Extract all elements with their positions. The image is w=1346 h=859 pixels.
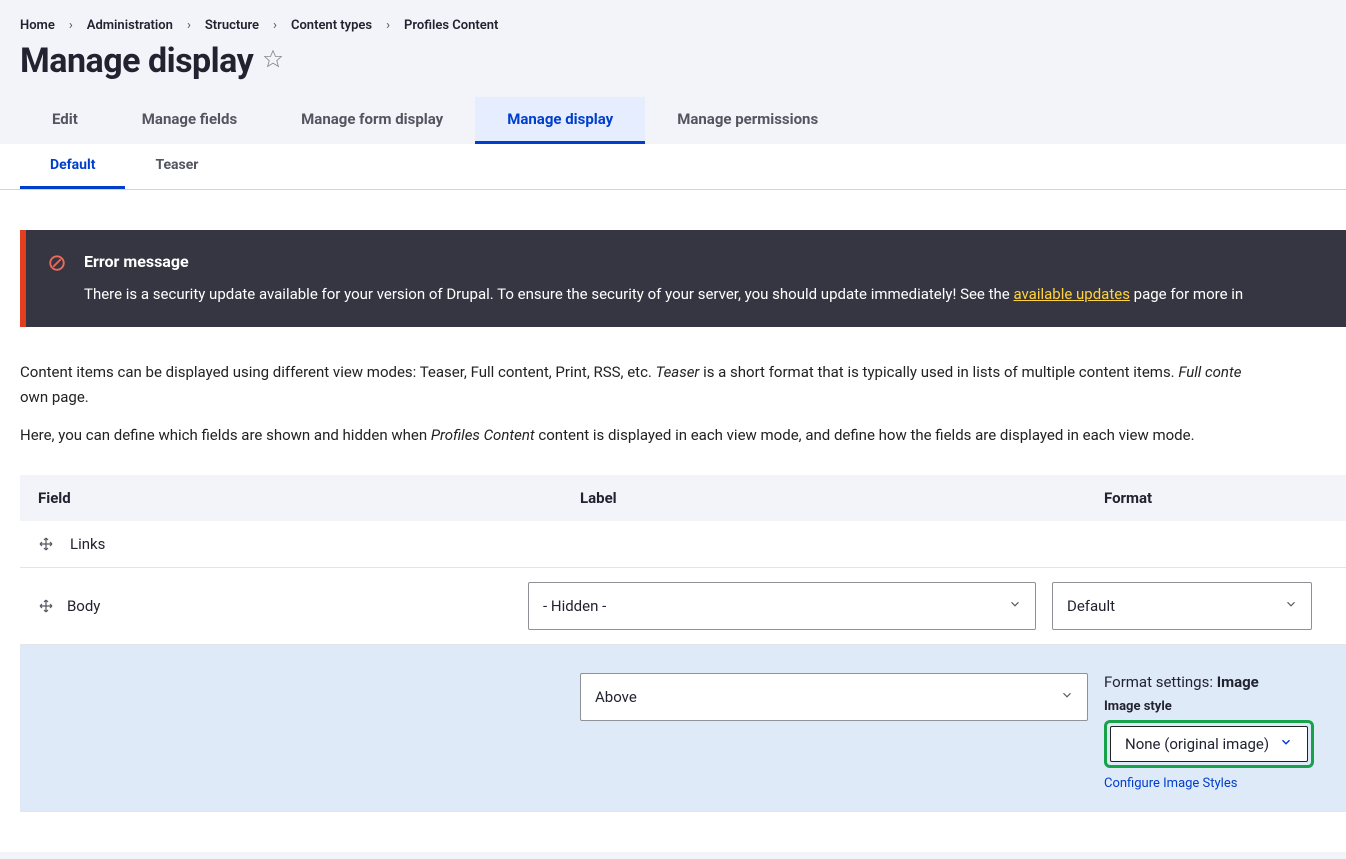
breadcrumb-profiles-content[interactable]: Profiles Content — [404, 18, 498, 33]
page-title: Manage display — [20, 41, 253, 81]
col-field: Field — [38, 489, 580, 507]
tab-manage-form-display[interactable]: Manage form display — [269, 97, 475, 144]
drag-handle-icon[interactable] — [38, 598, 67, 614]
field-name: Body — [67, 597, 528, 615]
tab-manage-permissions[interactable]: Manage permissions — [645, 97, 850, 144]
col-label: Label — [580, 489, 1104, 507]
error-icon — [48, 252, 66, 303]
label-select-body[interactable]: - Hidden - — [528, 582, 1036, 630]
configure-image-styles-link[interactable]: Configure Image Styles — [1104, 776, 1328, 791]
chevron-right-icon: › — [273, 18, 277, 33]
chevron-right-icon: › — [187, 18, 191, 33]
error-text: There is a security update available for… — [84, 285, 1243, 303]
fields-table: Field Label Format Links Body - Hidden - — [20, 475, 1346, 812]
highlight-box: None (original image) — [1104, 720, 1314, 768]
table-header: Field Label Format — [20, 475, 1346, 521]
label-select-image[interactable]: Above — [580, 673, 1088, 721]
primary-tabs: Edit Manage fields Manage form display M… — [0, 97, 1346, 144]
chevron-down-icon — [1279, 735, 1293, 753]
error-title: Error message — [84, 252, 1243, 271]
description: Content items can be displayed using dif… — [0, 327, 1346, 447]
chevron-right-icon: › — [69, 18, 73, 33]
error-message: Error message There is a security update… — [20, 230, 1346, 327]
image-style-label: Image style — [1104, 699, 1328, 714]
table-row: Above Format settings: Image Image style… — [20, 645, 1346, 812]
breadcrumb: Home › Administration › Structure › Cont… — [0, 0, 1346, 37]
available-updates-link[interactable]: available updates — [1013, 285, 1129, 303]
format-settings-title: Format settings: Image — [1104, 673, 1328, 691]
breadcrumb-structure[interactable]: Structure — [205, 18, 259, 33]
breadcrumb-content-types[interactable]: Content types — [291, 18, 372, 33]
field-name: Links — [70, 535, 580, 553]
table-row: Body - Hidden - Default — [20, 568, 1346, 645]
image-style-select[interactable]: None (original image) — [1110, 726, 1308, 762]
format-select-body[interactable]: Default — [1052, 582, 1312, 630]
tab-manage-fields[interactable]: Manage fields — [110, 97, 269, 144]
secondary-tabs: Default Teaser — [0, 144, 1346, 190]
subtab-teaser[interactable]: Teaser — [125, 144, 228, 189]
subtab-default[interactable]: Default — [20, 144, 125, 189]
tab-manage-display[interactable]: Manage display — [475, 97, 645, 144]
breadcrumb-administration[interactable]: Administration — [87, 18, 173, 33]
breadcrumb-home[interactable]: Home — [20, 18, 55, 33]
star-icon[interactable] — [263, 49, 283, 73]
table-row: Links — [20, 521, 1346, 568]
chevron-right-icon: › — [386, 18, 390, 33]
tab-edit[interactable]: Edit — [20, 97, 110, 144]
drag-handle-icon[interactable] — [38, 536, 70, 552]
col-format: Format — [1104, 489, 1328, 507]
